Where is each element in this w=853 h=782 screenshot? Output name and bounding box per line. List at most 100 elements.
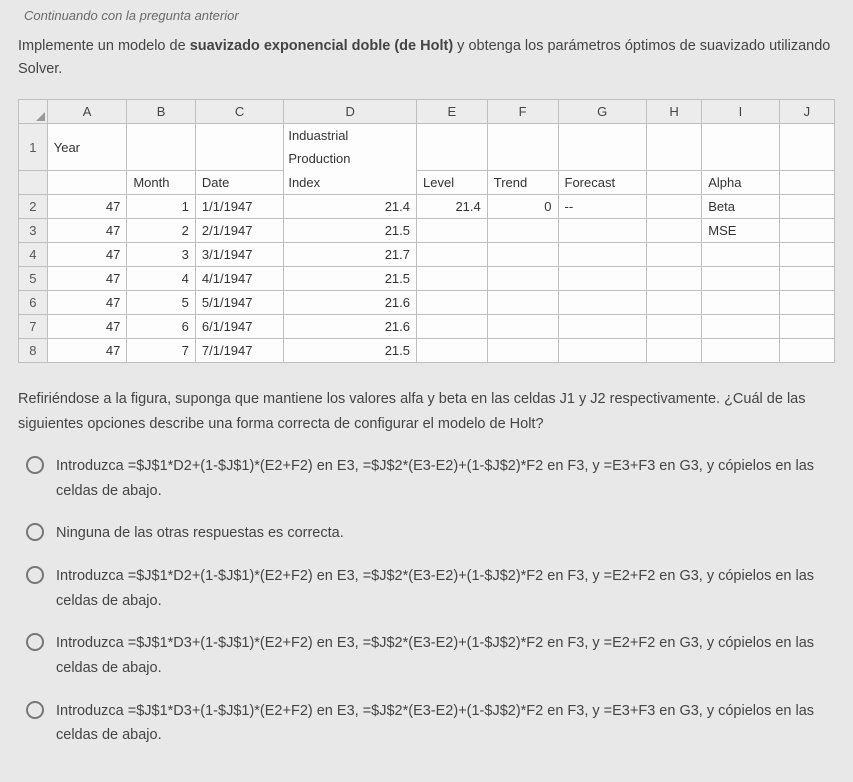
cell[interactable]: 1 <box>127 194 196 218</box>
option-1[interactable]: Introduzca =$J$1*D2+(1-$J$1)*(E2+F2) en … <box>26 454 835 503</box>
cell[interactable]: 21.6 <box>284 314 417 338</box>
cell[interactable]: 47 <box>47 242 127 266</box>
row-header[interactable]: 8 <box>19 338 48 362</box>
cell[interactable] <box>558 314 646 338</box>
option-5[interactable]: Introduzca =$J$1*D3+(1-$J$1)*(E2+F2) en … <box>26 699 835 748</box>
row-header[interactable]: 4 <box>19 242 48 266</box>
cell[interactable] <box>417 266 488 290</box>
cell[interactable]: 21.5 <box>284 218 417 242</box>
cell[interactable]: 3 <box>127 242 196 266</box>
cell[interactable] <box>487 218 558 242</box>
cell[interactable]: Beta <box>702 194 779 218</box>
row-header[interactable]: 7 <box>19 314 48 338</box>
cell[interactable]: 21.4 <box>284 194 417 218</box>
col-header-A[interactable]: A <box>47 100 127 124</box>
cell[interactable] <box>779 338 834 362</box>
cell[interactable] <box>646 338 701 362</box>
col-header-F[interactable]: F <box>487 100 558 124</box>
cell[interactable] <box>779 170 834 194</box>
cell[interactable]: 47 <box>47 338 127 362</box>
cell[interactable] <box>646 124 701 171</box>
radio-button[interactable] <box>26 633 44 651</box>
col-header-C[interactable]: C <box>195 100 283 124</box>
cell[interactable] <box>646 170 701 194</box>
col-header-G[interactable]: G <box>558 100 646 124</box>
cell[interactable] <box>702 290 779 314</box>
radio-button[interactable] <box>26 456 44 474</box>
cell[interactable] <box>779 218 834 242</box>
cell[interactable] <box>487 242 558 266</box>
col-header-H[interactable]: H <box>646 100 701 124</box>
cell[interactable] <box>487 338 558 362</box>
cell[interactable]: Year <box>47 124 127 171</box>
cell[interactable]: -- <box>558 194 646 218</box>
row-header-1[interactable]: 1 <box>19 124 48 171</box>
cell[interactable] <box>487 314 558 338</box>
cell[interactable]: 21.7 <box>284 242 417 266</box>
cell[interactable] <box>646 194 701 218</box>
cell[interactable] <box>779 314 834 338</box>
cell[interactable] <box>779 290 834 314</box>
cell[interactable]: 21.6 <box>284 290 417 314</box>
col-header-E[interactable]: E <box>417 100 488 124</box>
option-4[interactable]: Introduzca =$J$1*D3+(1-$J$1)*(E2+F2) en … <box>26 631 835 680</box>
cell[interactable] <box>417 290 488 314</box>
cell[interactable]: 4/1/1947 <box>195 266 283 290</box>
cell[interactable]: Month <box>127 170 196 194</box>
cell[interactable] <box>646 314 701 338</box>
radio-button[interactable] <box>26 701 44 719</box>
cell[interactable] <box>779 242 834 266</box>
col-header-I[interactable]: I <box>702 100 779 124</box>
col-header-D[interactable]: D <box>284 100 417 124</box>
cell[interactable] <box>779 194 834 218</box>
cell[interactable] <box>558 218 646 242</box>
cell[interactable] <box>646 290 701 314</box>
cell[interactable]: 5/1/1947 <box>195 290 283 314</box>
row-header-1b[interactable] <box>19 170 48 194</box>
cell[interactable] <box>779 266 834 290</box>
cell[interactable]: 47 <box>47 290 127 314</box>
cell[interactable] <box>702 338 779 362</box>
cell[interactable] <box>417 338 488 362</box>
cell[interactable]: Alpha <box>702 170 779 194</box>
cell[interactable] <box>558 242 646 266</box>
row-header[interactable]: 5 <box>19 266 48 290</box>
option-2[interactable]: Ninguna de las otras respuestas es corre… <box>26 521 835 546</box>
cell[interactable]: 0 <box>487 194 558 218</box>
cell[interactable] <box>47 170 127 194</box>
cell[interactable]: Forecast <box>558 170 646 194</box>
cell[interactable] <box>779 124 834 171</box>
cell[interactable] <box>417 218 488 242</box>
cell[interactable] <box>487 124 558 171</box>
cell[interactable] <box>646 266 701 290</box>
cell[interactable]: 21.4 <box>417 194 488 218</box>
col-header-J[interactable]: J <box>779 100 834 124</box>
cell[interactable] <box>646 242 701 266</box>
row-header[interactable]: 3 <box>19 218 48 242</box>
row-header[interactable]: 2 <box>19 194 48 218</box>
cell[interactable]: 21.5 <box>284 338 417 362</box>
option-3[interactable]: Introduzca =$J$1*D2+(1-$J$1)*(E2+F2) en … <box>26 564 835 613</box>
cell[interactable] <box>646 218 701 242</box>
cell[interactable]: 7/1/1947 <box>195 338 283 362</box>
cell[interactable]: 47 <box>47 266 127 290</box>
cell[interactable]: Date <box>195 170 283 194</box>
cell[interactable] <box>702 314 779 338</box>
select-all-corner[interactable] <box>19 100 48 124</box>
cell[interactable] <box>702 242 779 266</box>
cell[interactable]: Trend <box>487 170 558 194</box>
cell[interactable]: 47 <box>47 218 127 242</box>
cell[interactable]: 1/1/1947 <box>195 194 283 218</box>
cell[interactable]: 6/1/1947 <box>195 314 283 338</box>
cell[interactable] <box>702 124 779 171</box>
row-header[interactable]: 6 <box>19 290 48 314</box>
cell[interactable] <box>417 242 488 266</box>
cell[interactable] <box>417 124 488 171</box>
cell[interactable]: 6 <box>127 314 196 338</box>
cell[interactable] <box>558 338 646 362</box>
cell[interactable]: 3/1/1947 <box>195 242 283 266</box>
cell[interactable]: Level <box>417 170 488 194</box>
cell[interactable] <box>195 124 283 171</box>
cell[interactable] <box>558 266 646 290</box>
cell[interactable]: 5 <box>127 290 196 314</box>
